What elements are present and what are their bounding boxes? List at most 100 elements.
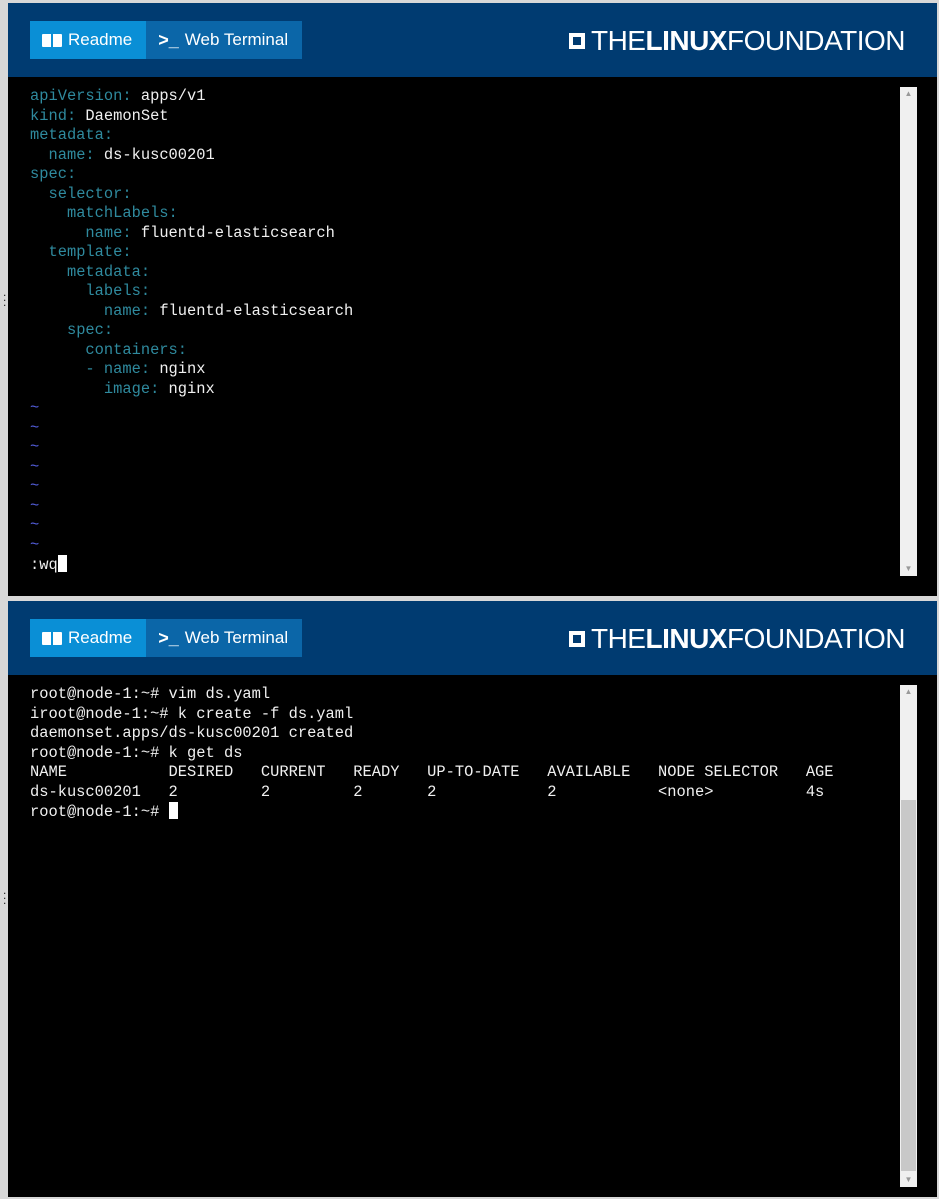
header: Readme >_ Web Terminal THE LINUX FOUNDATION <box>8 3 937 77</box>
resize-grip-icon[interactable]: ... <box>3 884 6 906</box>
editor-line: - name: nginx <box>30 360 353 380</box>
readme-tab[interactable]: Readme <box>30 21 147 59</box>
vim-tilde: ~ <box>30 438 40 456</box>
editor-line: containers: <box>30 341 353 361</box>
vim-command-line: :wq <box>30 555 353 576</box>
book-icon <box>42 33 62 47</box>
terminal-panel: Readme >_ Web Terminal THE LINUX FOUNDATION… <box>8 601 937 1197</box>
terminal-line: iroot@node-1:~# k create -f ds.yaml <box>30 704 354 723</box>
editor-content: apiVersion: apps/v1 kind: DaemonSet metada… <box>30 87 353 576</box>
yaml-key: metadata: <box>30 126 114 144</box>
yaml-key: name: <box>85 223 132 242</box>
web-terminal-label: Web Terminal <box>184 628 289 647</box>
vim-tilde: ~ <box>30 418 40 437</box>
terminal-prompt: root@node-1:~# <box>30 803 169 821</box>
logo-the: THE <box>590 623 646 654</box>
logo-linux: LINUX <box>645 623 727 654</box>
editor-line: apiVersion: apps/v1 <box>30 87 353 107</box>
header: Readme >_ Web Terminal THE LINUX FOUNDATION <box>8 601 937 675</box>
yaml-key: apiVersion: <box>30 87 132 105</box>
editor-panel: Readme >_ Web Terminal THE LINUX FOUNDATION… <box>8 3 937 596</box>
logo-foundation: FOUNDATION <box>726 623 906 654</box>
yaml-key: name: <box>103 301 151 320</box>
yaml-key: matchLabels: <box>66 204 178 222</box>
web-terminal-tab[interactable]: >_ Web Terminal <box>146 21 303 59</box>
scroll-up-icon[interactable]: ▲ <box>900 685 917 699</box>
editor-line: spec: <box>30 321 353 341</box>
cursor <box>57 555 67 572</box>
editor-line: template: <box>30 243 353 263</box>
vim-tilde: ~ <box>30 399 40 417</box>
editor-line: metadata: <box>30 263 353 283</box>
scroll-down-icon[interactable]: ▼ <box>900 562 917 576</box>
vim-command: :wq <box>30 556 58 574</box>
terminal-icon: >_ <box>158 627 179 648</box>
editor-line: labels: <box>30 282 353 302</box>
yaml-key: containers: <box>85 340 188 359</box>
vim-tilde: ~ <box>30 457 40 476</box>
yaml-key: metadata: <box>66 262 151 281</box>
vim-tilde: ~ <box>30 535 40 554</box>
yaml-key: - name: <box>85 360 151 378</box>
yaml-value: fluentd-elasticsearch <box>131 223 335 242</box>
terminal-output: root@node-1:~# vim ds.yaml iroot@node-1:~… <box>30 685 834 823</box>
cursor <box>168 802 178 819</box>
yaml-key: labels: <box>85 282 151 300</box>
scroll-up-icon[interactable]: ▲ <box>900 87 917 101</box>
vim-tilde: ~ <box>30 516 40 534</box>
editor-line: spec: <box>30 165 353 185</box>
yaml-value: apps/v1 <box>131 87 206 105</box>
yaml-value: nginx <box>150 360 206 378</box>
web-terminal-label: Web Terminal <box>184 30 289 49</box>
yaml-key: name: <box>48 145 95 164</box>
yaml-key: spec: <box>30 165 77 183</box>
logo-mark-icon <box>568 631 585 647</box>
terminal-line: root@node-1:~# vim ds.yaml <box>30 685 271 703</box>
editor-line: name: fluentd-elasticsearch <box>30 224 353 244</box>
scroll-down-icon[interactable]: ▼ <box>900 1173 917 1187</box>
terminal-scrollbar[interactable]: ▲ ▼ <box>900 685 917 1187</box>
readme-label: Readme <box>68 628 133 647</box>
yaml-value: DaemonSet <box>76 106 169 125</box>
terminal-line: daemonset.apps/ds-kusc00201 created <box>30 724 354 742</box>
web-terminal[interactable]: root@node-1:~# vim ds.yaml iroot@node-1:~… <box>8 675 937 1197</box>
vim-tilde: ~ <box>30 477 40 495</box>
linux-foundation-logo: THE LINUX FOUNDATION <box>568 25 906 57</box>
terminal-icon: >_ <box>158 29 179 50</box>
editor-line: selector: <box>30 185 353 205</box>
logo-foundation: FOUNDATION <box>726 25 906 56</box>
editor-line: matchLabels: <box>30 204 353 224</box>
vim-tilde: ~ <box>30 496 40 515</box>
terminal-prompt-line: root@node-1:~# <box>30 802 834 823</box>
scroll-thumb[interactable] <box>901 800 916 1171</box>
logo-mark-icon <box>568 33 585 49</box>
yaml-value: ds-kusc00201 <box>94 145 215 164</box>
readme-label: Readme <box>68 30 133 49</box>
vim-editor[interactable]: apiVersion: apps/v1 kind: DaemonSet metada… <box>8 77 937 596</box>
readme-tab[interactable]: Readme <box>30 619 147 657</box>
terminal-line: ds-kusc00201 2 2 2 2 2 <none> 4s <box>30 782 825 801</box>
web-terminal-tab[interactable]: >_ Web Terminal <box>146 619 303 657</box>
editor-line: kind: DaemonSet <box>30 107 353 127</box>
linux-foundation-logo: THE LINUX FOUNDATION <box>568 623 906 655</box>
editor-line: metadata: <box>30 126 353 146</box>
yaml-key: spec: <box>66 321 114 339</box>
book-icon <box>42 631 62 645</box>
editor-line: image: nginx <box>30 380 353 400</box>
yaml-key: image: <box>103 379 160 398</box>
logo-the: THE <box>590 25 646 56</box>
editor-scrollbar[interactable]: ▲ ▼ <box>900 87 917 576</box>
terminal-line: root@node-1:~# k get ds <box>30 743 243 762</box>
yaml-value: fluentd-elasticsearch <box>150 301 354 320</box>
resize-grip-icon[interactable]: ... <box>3 286 6 308</box>
